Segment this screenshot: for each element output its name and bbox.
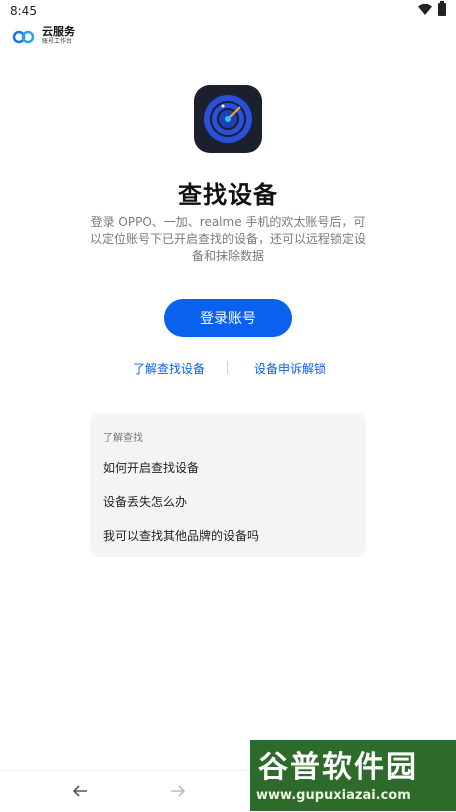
brand-subtitle: 账号工作台 [42, 38, 73, 45]
device-appeal-unlock-link[interactable]: 设备申诉解锁 [254, 360, 326, 377]
link-divider [227, 361, 228, 374]
status-time: 8:45 [10, 4, 37, 18]
back-arrow-icon[interactable] [70, 781, 90, 801]
cloud-logo-icon [12, 30, 35, 44]
faq-card-header: 了解查找 [103, 433, 143, 444]
link-row: 了解查找设备 设备申诉解锁 [0, 358, 456, 378]
learn-find-device-link[interactable]: 了解查找设备 [133, 360, 205, 377]
page-description: 登录 OPPO、一加、realme 手机的欢太账号后，可以定位账号下已开启查找的… [90, 215, 367, 263]
forward-arrow-icon[interactable] [168, 781, 188, 801]
brand-header: 云服务 账号工作台 [12, 26, 75, 46]
page-title: 查找设备 [178, 181, 278, 209]
faq-card: 了解查找 如何开启查找设备 设备丢失怎么办 我可以查找其他品牌的设备吗 [90, 413, 366, 557]
brand-name: 云服务 [42, 25, 75, 38]
radar-icon [204, 95, 252, 143]
faq-item[interactable]: 我可以查找其他品牌的设备吗 [103, 527, 259, 544]
login-account-button[interactable]: 登录账号 [164, 299, 292, 337]
watermark: 谷普软件园 www.gupuxiazai.com [250, 740, 456, 811]
wifi-icon [418, 4, 432, 15]
brand-text: 云服务 账号工作台 [42, 26, 75, 46]
faq-item[interactable]: 如何开启查找设备 [103, 459, 199, 476]
battery-icon [438, 1, 446, 16]
watermark-text: 谷普软件园 [258, 750, 418, 785]
status-icons [418, 1, 446, 16]
watermark-url: www.gupuxiazai.com [256, 788, 411, 803]
find-device-app-icon [194, 85, 262, 153]
status-bar: 8:45 [0, 0, 456, 22]
faq-item[interactable]: 设备丢失怎么办 [103, 493, 187, 510]
